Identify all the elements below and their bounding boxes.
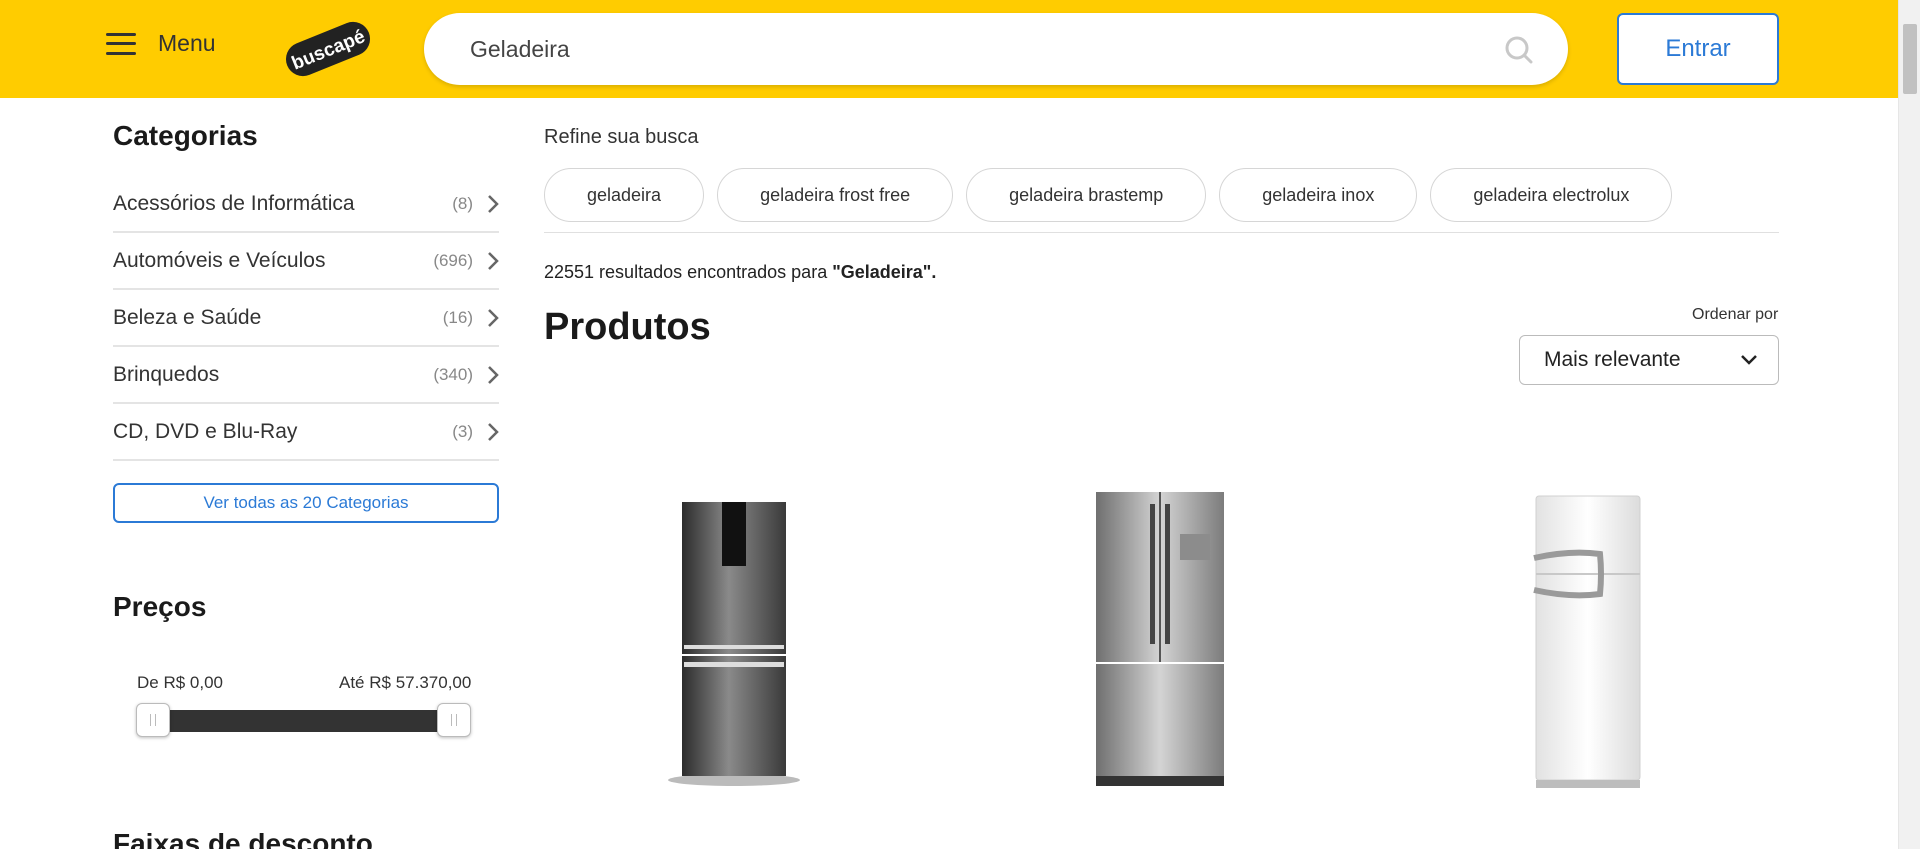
discount-title: Faixas de desconto	[113, 828, 373, 849]
prices-title: Preços	[113, 591, 207, 622]
menu-button[interactable]: Menu	[106, 30, 216, 57]
chevron-right-icon	[488, 308, 499, 327]
product-image[interactable]	[1092, 488, 1228, 792]
category-count: (696)	[433, 250, 473, 270]
chevron-right-icon	[488, 365, 499, 384]
refine-chip[interactable]: geladeira electrolux	[1430, 168, 1673, 222]
sort-select[interactable]: Mais relevante	[1519, 335, 1779, 385]
search-input[interactable]	[470, 13, 1470, 85]
price-slider-max-handle[interactable]	[437, 703, 471, 737]
category-name: CD, DVD e Blu-Ray	[113, 419, 298, 443]
product-image[interactable]	[664, 492, 804, 792]
refine-chip[interactable]: geladeira inox	[1219, 168, 1418, 222]
chevron-right-icon	[488, 251, 499, 270]
refine-label: Refine sua busca	[544, 126, 699, 148]
menu-label: Menu	[158, 30, 216, 56]
scrollbar-thumb[interactable]	[1903, 24, 1917, 94]
login-button[interactable]: Entrar	[1617, 13, 1779, 85]
all-categories-button[interactable]: Ver todas as 20 Categorias	[113, 483, 499, 523]
category-count: (3)	[452, 421, 473, 441]
category-name: Beleza e Saúde	[113, 305, 262, 329]
top-header: Menu buscapé Entrar	[0, 0, 1898, 98]
page-scrollbar[interactable]	[1898, 0, 1920, 849]
category-item[interactable]: Beleza e Saúde (16)	[113, 290, 499, 347]
category-name: Brinquedos	[113, 362, 220, 386]
category-name: Automóveis e Veículos	[113, 248, 326, 272]
results-suffix: .	[931, 262, 937, 282]
results-count-text: 22551 resultados encontrados para	[544, 262, 833, 282]
category-count: (8)	[452, 193, 473, 213]
category-name: Acessórios de Informática	[113, 191, 355, 215]
sort-label: Ordenar por	[1692, 306, 1779, 323]
category-item[interactable]: Automóveis e Veículos (696)	[113, 233, 499, 290]
price-min-label: De R$ 0,00	[137, 673, 223, 692]
results-query: "Geladeira"	[832, 262, 932, 282]
refine-chip[interactable]: geladeira brastemp	[966, 168, 1207, 222]
search-bar	[424, 13, 1568, 85]
refine-chip[interactable]: geladeira	[544, 168, 705, 222]
category-count: (16)	[442, 307, 473, 327]
sort-value: Mais relevante	[1544, 348, 1681, 371]
category-item[interactable]: Acessórios de Informática (8)	[113, 176, 499, 233]
price-max-label: Até R$ 57.370,00	[339, 673, 472, 692]
refine-chip[interactable]: geladeira frost free	[717, 168, 954, 222]
results-summary: 22551 resultados encontrados para "Gelad…	[544, 262, 936, 283]
price-slider-track[interactable]	[150, 710, 456, 732]
hamburger-icon	[106, 32, 136, 55]
chevron-down-icon	[1741, 355, 1757, 365]
chevron-right-icon	[488, 194, 499, 213]
refine-chips: geladeira geladeira frost free geladeira…	[544, 168, 1673, 222]
category-item[interactable]: CD, DVD e Blu-Ray (3)	[113, 404, 499, 461]
products-title: Produtos	[544, 306, 711, 348]
price-slider-min-handle[interactable]	[136, 703, 170, 737]
divider	[544, 232, 1779, 233]
chevron-right-icon	[488, 422, 499, 441]
category-count: (340)	[433, 364, 473, 384]
category-list: Acessórios de Informática (8) Automóveis…	[113, 176, 499, 461]
category-item[interactable]: Brinquedos (340)	[113, 347, 499, 404]
categories-title: Categorias	[113, 120, 258, 151]
buscape-logo[interactable]: buscapé	[282, 18, 374, 80]
product-image[interactable]	[1530, 492, 1646, 792]
search-icon[interactable]	[1504, 35, 1534, 65]
